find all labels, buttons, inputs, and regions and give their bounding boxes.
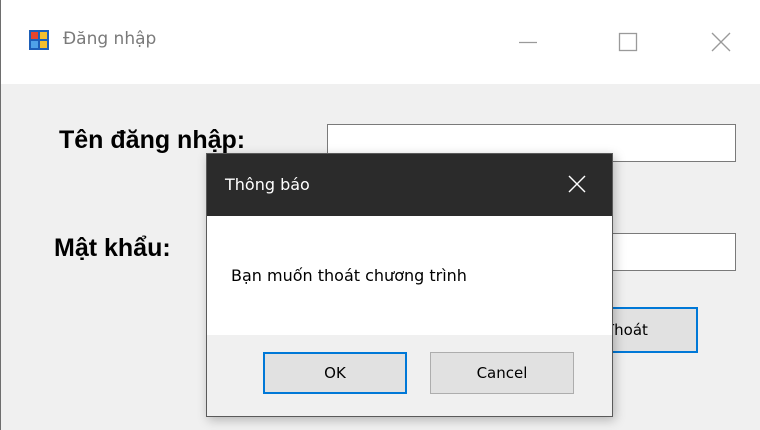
dialog-footer: OK Cancel xyxy=(207,335,612,416)
cancel-button-label: Cancel xyxy=(476,364,528,382)
dialog-message: Bạn muốn thoát chương trình xyxy=(231,266,467,285)
cancel-button[interactable]: Cancel xyxy=(430,352,574,394)
windows-form-icon xyxy=(29,30,49,50)
minimize-icon xyxy=(517,31,539,53)
minimize-button[interactable] xyxy=(508,22,548,62)
confirm-dialog: Thông báo Bạn muốn thoát chương trình OK… xyxy=(206,153,613,417)
username-label: Tên đăng nhập: xyxy=(59,126,246,154)
login-window: Đăng nhập Tên đăng nhập: Mật khẩu: Thoát xyxy=(0,0,760,430)
close-button[interactable] xyxy=(701,22,741,62)
dialog-titlebar[interactable]: Thông báo xyxy=(207,154,612,216)
password-input[interactable] xyxy=(597,233,736,271)
ok-button-label: OK xyxy=(324,364,346,382)
close-icon xyxy=(710,31,732,53)
dialog-body: Bạn muốn thoát chương trình xyxy=(207,216,612,335)
maximize-icon xyxy=(617,31,639,53)
close-icon xyxy=(567,174,587,198)
password-label: Mật khẩu: xyxy=(54,234,171,262)
window-title: Đăng nhập xyxy=(63,29,157,49)
ok-button[interactable]: OK xyxy=(263,352,407,394)
maximize-button[interactable] xyxy=(608,22,648,62)
dialog-title: Thông báo xyxy=(225,175,310,194)
window-titlebar[interactable]: Đăng nhập xyxy=(1,0,760,84)
dialog-close-button[interactable] xyxy=(559,168,595,204)
